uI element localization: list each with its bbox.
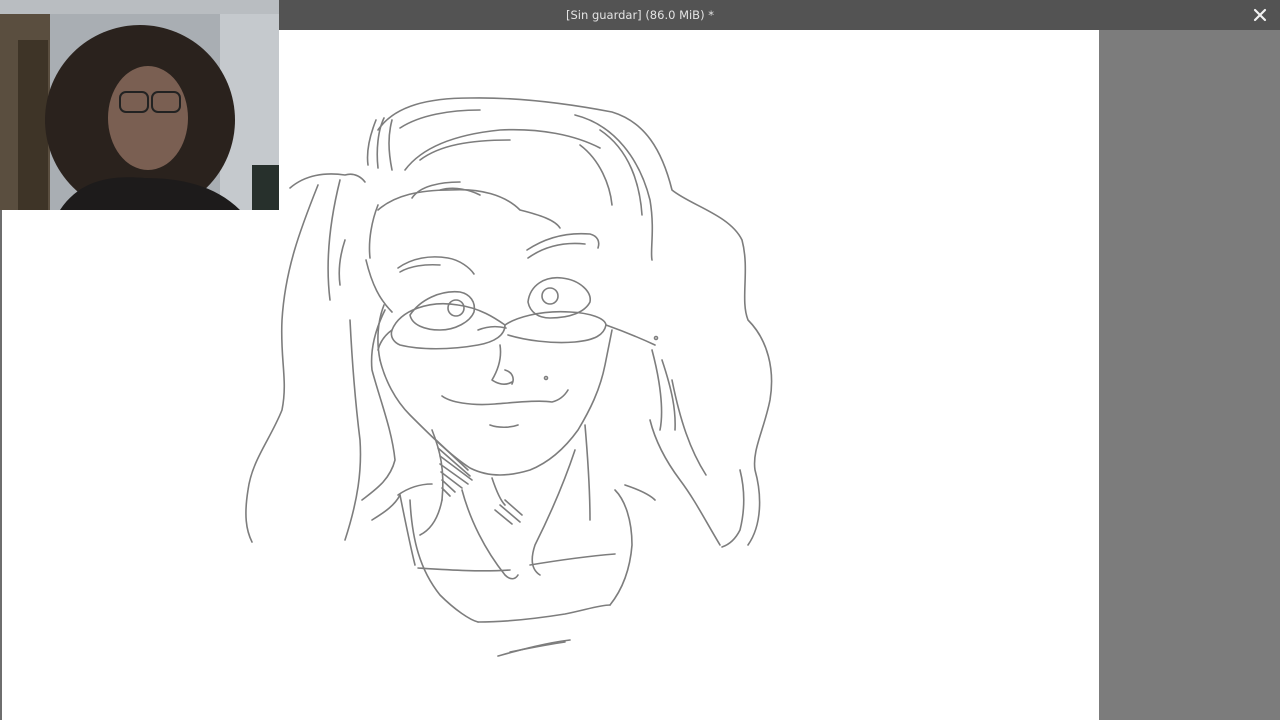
side-panel [1099, 30, 1280, 720]
webcam-scene [0, 0, 279, 210]
webcam-overlay [0, 0, 279, 210]
